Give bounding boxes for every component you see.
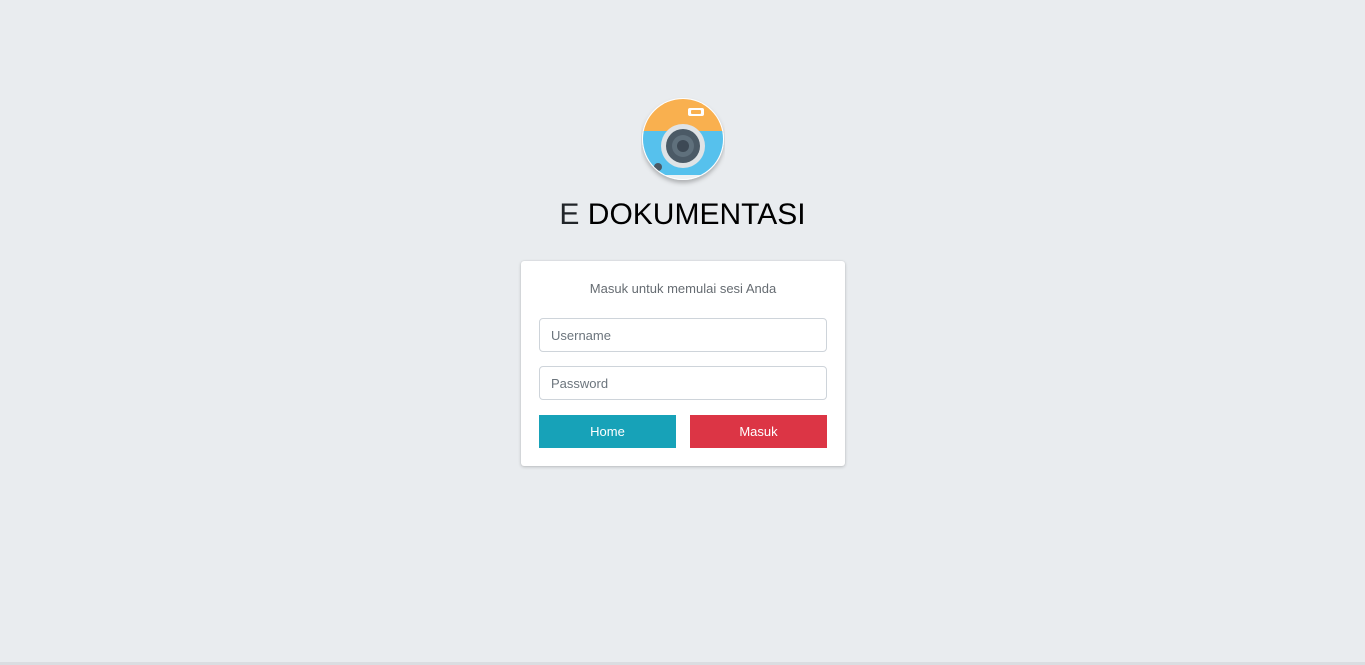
camera-logo-icon	[641, 95, 725, 187]
username-input[interactable]	[539, 318, 827, 352]
brand-prefix: E	[559, 198, 580, 231]
login-box-message: Masuk untuk memulai sesi Anda	[589, 281, 777, 296]
login-submit-button[interactable]: Masuk	[690, 415, 827, 448]
app-brand-title: E DOKUMENTASI	[0, 196, 1365, 234]
brand-name: DOKUMENTASI	[587, 198, 806, 231]
home-button[interactable]: Home	[539, 415, 676, 448]
login-page: E DOKUMENTASI Masuk untuk memulai sesi A…	[0, 0, 1365, 665]
password-input[interactable]	[539, 366, 827, 400]
login-card: Masuk untuk memulai sesi Anda Home Masuk	[521, 261, 845, 466]
